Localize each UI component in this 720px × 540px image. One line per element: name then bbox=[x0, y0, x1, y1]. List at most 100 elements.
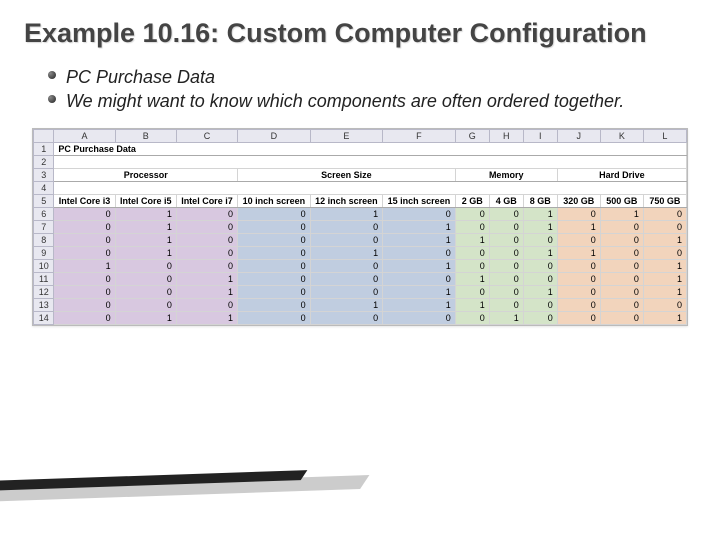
data-cell: 0 bbox=[54, 298, 115, 311]
data-cell: 0 bbox=[557, 285, 600, 298]
blank-cell bbox=[54, 181, 687, 194]
column-subheader: 4 GB bbox=[489, 194, 523, 207]
data-cell: 0 bbox=[643, 207, 686, 220]
data-cell: 0 bbox=[310, 220, 383, 233]
data-cell: 1 bbox=[383, 220, 456, 233]
data-cell: 0 bbox=[489, 207, 523, 220]
col-header: K bbox=[600, 129, 643, 142]
data-cell: 0 bbox=[557, 272, 600, 285]
row-header: 1 bbox=[34, 142, 54, 155]
data-cell: 1 bbox=[523, 285, 557, 298]
data-cell: 0 bbox=[557, 259, 600, 272]
bullet-item: We might want to know which components a… bbox=[48, 89, 696, 113]
data-cell: 0 bbox=[310, 233, 383, 246]
data-cell: 0 bbox=[523, 311, 557, 324]
data-cell: 0 bbox=[310, 272, 383, 285]
row-header: 12 bbox=[34, 285, 54, 298]
data-cell: 0 bbox=[489, 233, 523, 246]
data-cell: 0 bbox=[489, 298, 523, 311]
data-cell: 0 bbox=[455, 285, 489, 298]
bullet-list: PC Purchase Data We might want to know w… bbox=[24, 65, 696, 114]
data-cell: 0 bbox=[310, 311, 383, 324]
data-cell: 0 bbox=[310, 285, 383, 298]
data-cell: 0 bbox=[523, 298, 557, 311]
data-cell: 1 bbox=[115, 311, 176, 324]
data-cell: 0 bbox=[600, 246, 643, 259]
column-subheader: 8 GB bbox=[523, 194, 557, 207]
data-cell: 0 bbox=[54, 311, 115, 324]
data-cell: 1 bbox=[383, 233, 456, 246]
data-cell: 0 bbox=[643, 220, 686, 233]
row-header: 5 bbox=[34, 194, 54, 207]
row-header: 7 bbox=[34, 220, 54, 233]
col-header: L bbox=[643, 129, 686, 142]
col-header: B bbox=[115, 129, 176, 142]
slide-decoration bbox=[0, 434, 380, 504]
row-header: 9 bbox=[34, 246, 54, 259]
data-cell: 0 bbox=[176, 233, 237, 246]
col-header: I bbox=[523, 129, 557, 142]
data-cell: 0 bbox=[600, 298, 643, 311]
data-cell: 0 bbox=[383, 311, 456, 324]
data-cell: 1 bbox=[489, 311, 523, 324]
group-header: Hard Drive bbox=[557, 168, 686, 181]
data-cell: 1 bbox=[115, 246, 176, 259]
data-cell: 1 bbox=[115, 220, 176, 233]
row-header: 2 bbox=[34, 155, 54, 168]
data-cell: 1 bbox=[383, 259, 456, 272]
row-header: 14 bbox=[34, 311, 54, 324]
data-cell: 0 bbox=[455, 311, 489, 324]
column-subheader: 12 inch screen bbox=[310, 194, 383, 207]
spreadsheet-screenshot: ABCDEFGHIJKL1PC Purchase Data23Processor… bbox=[32, 128, 688, 326]
data-cell: 1 bbox=[557, 246, 600, 259]
data-cell: 0 bbox=[557, 207, 600, 220]
blank-cell bbox=[54, 155, 687, 168]
col-header: D bbox=[238, 129, 311, 142]
group-header: Processor bbox=[54, 168, 238, 181]
data-cell: 0 bbox=[54, 246, 115, 259]
data-cell: 0 bbox=[455, 207, 489, 220]
data-cell: 0 bbox=[54, 285, 115, 298]
data-cell: 0 bbox=[455, 259, 489, 272]
group-header: Screen Size bbox=[238, 168, 456, 181]
column-subheader: 500 GB bbox=[600, 194, 643, 207]
data-cell: 0 bbox=[238, 207, 311, 220]
data-cell: 1 bbox=[643, 259, 686, 272]
data-cell: 0 bbox=[523, 233, 557, 246]
data-cell: 1 bbox=[643, 272, 686, 285]
column-subheader: Intel Core i5 bbox=[115, 194, 176, 207]
data-cell: 0 bbox=[557, 311, 600, 324]
data-cell: 0 bbox=[489, 246, 523, 259]
data-cell: 0 bbox=[176, 298, 237, 311]
data-cell: 1 bbox=[54, 259, 115, 272]
data-cell: 1 bbox=[383, 285, 456, 298]
data-cell: 0 bbox=[238, 220, 311, 233]
row-header: 8 bbox=[34, 233, 54, 246]
row-header: 13 bbox=[34, 298, 54, 311]
data-cell: 0 bbox=[383, 272, 456, 285]
data-cell: 0 bbox=[600, 272, 643, 285]
data-cell: 1 bbox=[455, 298, 489, 311]
data-cell: 0 bbox=[455, 220, 489, 233]
data-cell: 0 bbox=[238, 285, 311, 298]
row-header: 3 bbox=[34, 168, 54, 181]
col-header: G bbox=[455, 129, 489, 142]
data-cell: 0 bbox=[383, 246, 456, 259]
data-cell: 1 bbox=[643, 285, 686, 298]
data-cell: 0 bbox=[115, 259, 176, 272]
data-cell: 1 bbox=[176, 272, 237, 285]
data-cell: 1 bbox=[176, 285, 237, 298]
data-cell: 1 bbox=[310, 298, 383, 311]
data-cell: 0 bbox=[176, 207, 237, 220]
data-cell: 0 bbox=[600, 259, 643, 272]
data-cell: 1 bbox=[310, 207, 383, 220]
column-subheader: 320 GB bbox=[557, 194, 600, 207]
data-cell: 0 bbox=[54, 220, 115, 233]
row-header: 11 bbox=[34, 272, 54, 285]
row-header: 10 bbox=[34, 259, 54, 272]
row-header: 6 bbox=[34, 207, 54, 220]
data-cell: 1 bbox=[523, 220, 557, 233]
column-subheader: 10 inch screen bbox=[238, 194, 311, 207]
column-subheader: 15 inch screen bbox=[383, 194, 456, 207]
data-cell: 0 bbox=[600, 233, 643, 246]
